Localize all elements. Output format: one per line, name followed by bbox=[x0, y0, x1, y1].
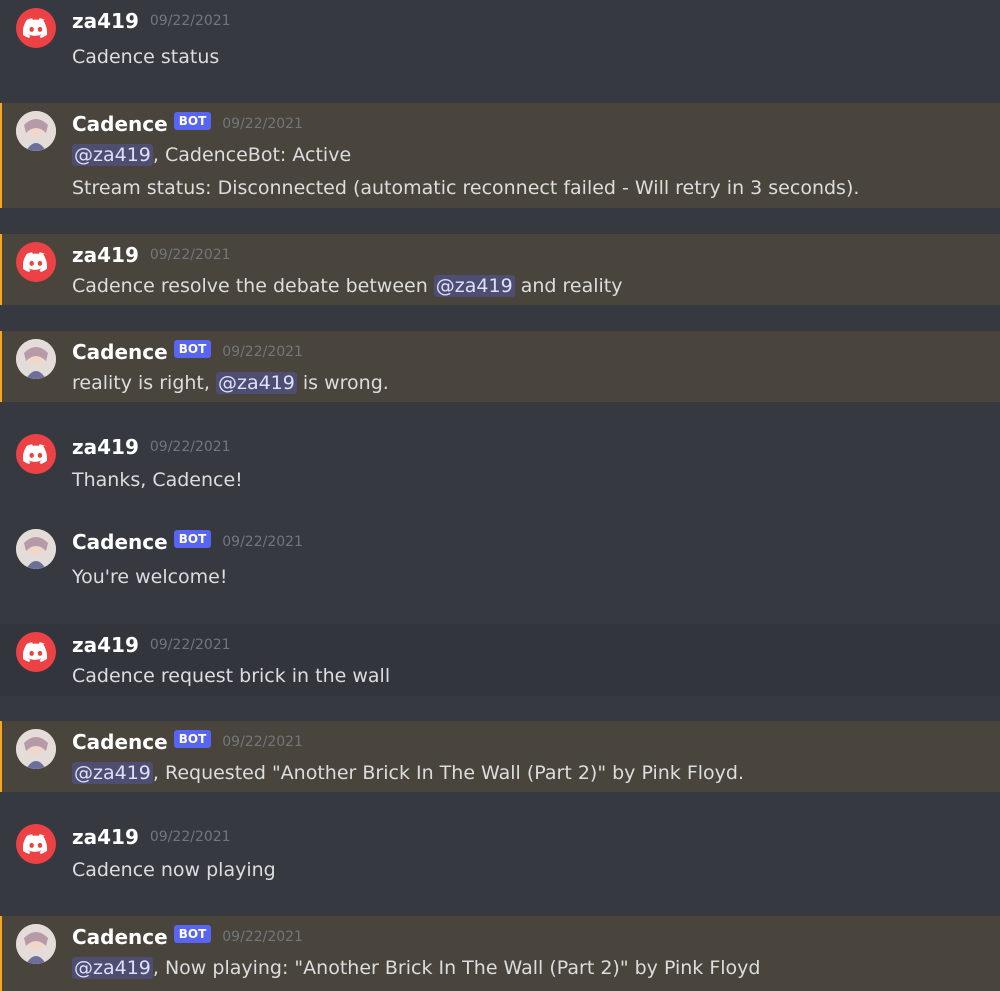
bot-avatar-icon[interactable] bbox=[16, 729, 56, 769]
bot-avatar-icon[interactable] bbox=[16, 339, 56, 379]
discord-avatar-icon[interactable] bbox=[16, 434, 56, 474]
author-name[interactable]: za419 bbox=[72, 243, 139, 267]
author-name[interactable]: Cadence bbox=[72, 925, 168, 949]
bot-badge: BOT bbox=[173, 730, 212, 748]
timestamp: 09/22/2021 bbox=[149, 637, 231, 653]
discord-avatar-icon[interactable] bbox=[16, 824, 56, 864]
message-text-part: , Now playing: "Another Brick In The Wal… bbox=[152, 957, 761, 979]
message-text-part: , Requested "Another Brick In The Wall (… bbox=[152, 762, 745, 784]
timestamp: 09/22/2021 bbox=[222, 534, 303, 550]
message: za419 09/22/2021 Thanks, Cadence! bbox=[0, 426, 1000, 506]
message-text-part: Cadence resolve the debate between bbox=[72, 275, 434, 297]
author-name[interactable]: za419 bbox=[72, 9, 139, 33]
timestamp: 09/22/2021 bbox=[222, 929, 303, 945]
message-text: @za419, CadenceBot: Active bbox=[72, 144, 351, 166]
bot-avatar-icon[interactable] bbox=[16, 924, 56, 964]
timestamp: 09/22/2021 bbox=[149, 439, 231, 455]
user-mention[interactable]: @za419 bbox=[433, 275, 515, 297]
user-mention[interactable]: @za419 bbox=[72, 762, 153, 784]
bot-badge: BOT bbox=[173, 530, 212, 548]
discord-avatar-icon[interactable] bbox=[16, 632, 56, 672]
message-text: Cadence resolve the debate between @za41… bbox=[72, 275, 623, 297]
timestamp: 09/22/2021 bbox=[222, 734, 303, 750]
timestamp: 09/22/2021 bbox=[149, 247, 231, 263]
message-text: @za419, Requested "Another Brick In The … bbox=[72, 762, 744, 784]
author-name[interactable]: za419 bbox=[72, 825, 139, 849]
author-name[interactable]: za419 bbox=[72, 633, 139, 657]
message: Cadence BOT 09/22/2021 reality is right,… bbox=[0, 331, 1000, 402]
message-text-line2: Stream status: Disconnected (automatic r… bbox=[72, 177, 860, 199]
author-name[interactable]: za419 bbox=[72, 435, 139, 459]
message-text-part: , CadenceBot: Active bbox=[152, 144, 352, 166]
message: za419 09/22/2021 Cadence resolve the deb… bbox=[0, 234, 1000, 305]
message-text: You're welcome! bbox=[72, 566, 228, 588]
message: Cadence BOT 09/22/2021 @za419, CadenceBo… bbox=[0, 103, 1000, 208]
timestamp: 09/22/2021 bbox=[149, 13, 231, 29]
bot-avatar-icon[interactable] bbox=[16, 529, 56, 569]
message: za419 09/22/2021 Cadence now playing bbox=[0, 816, 1000, 896]
message-text-part: and reality bbox=[514, 275, 623, 297]
author-name[interactable]: Cadence bbox=[72, 530, 168, 554]
user-mention[interactable]: @za419 bbox=[215, 372, 297, 394]
message-text-part: reality is right, bbox=[72, 372, 216, 394]
bot-badge: BOT bbox=[173, 925, 212, 943]
discord-avatar-icon[interactable] bbox=[16, 242, 56, 282]
discord-avatar-icon[interactable] bbox=[16, 8, 56, 48]
message-text: Thanks, Cadence! bbox=[72, 469, 243, 491]
message-text: Cadence now playing bbox=[72, 859, 276, 881]
user-mention[interactable]: @za419 bbox=[72, 957, 153, 979]
timestamp: 09/22/2021 bbox=[222, 344, 303, 360]
bot-avatar-icon[interactable] bbox=[16, 111, 56, 151]
timestamp: 09/22/2021 bbox=[222, 116, 303, 132]
message: Cadence BOT 09/22/2021 @za419, Now playi… bbox=[0, 916, 1000, 991]
user-mention[interactable]: @za419 bbox=[72, 144, 153, 166]
timestamp: 09/22/2021 bbox=[149, 829, 231, 845]
author-name[interactable]: Cadence bbox=[72, 112, 168, 136]
author-name[interactable]: Cadence bbox=[72, 340, 168, 364]
bot-badge: BOT bbox=[173, 112, 212, 130]
message: za419 09/22/2021 Cadence status bbox=[0, 0, 1000, 100]
message-text-part: is wrong. bbox=[296, 372, 389, 394]
message-text: Cadence status bbox=[72, 46, 220, 68]
bot-badge: BOT bbox=[173, 340, 212, 358]
message-text: @za419, Now playing: "Another Brick In T… bbox=[72, 957, 760, 979]
message: Cadence BOT 09/22/2021 @za419, Requested… bbox=[0, 721, 1000, 792]
message-text: Cadence request brick in the wall bbox=[72, 665, 391, 687]
author-name[interactable]: Cadence bbox=[72, 730, 168, 754]
message: Cadence BOT 09/22/2021 You're welcome! bbox=[0, 521, 1000, 601]
message-text: reality is right, @za419 is wrong. bbox=[72, 372, 389, 394]
message: za419 09/22/2021 Cadence request brick i… bbox=[0, 624, 1000, 696]
